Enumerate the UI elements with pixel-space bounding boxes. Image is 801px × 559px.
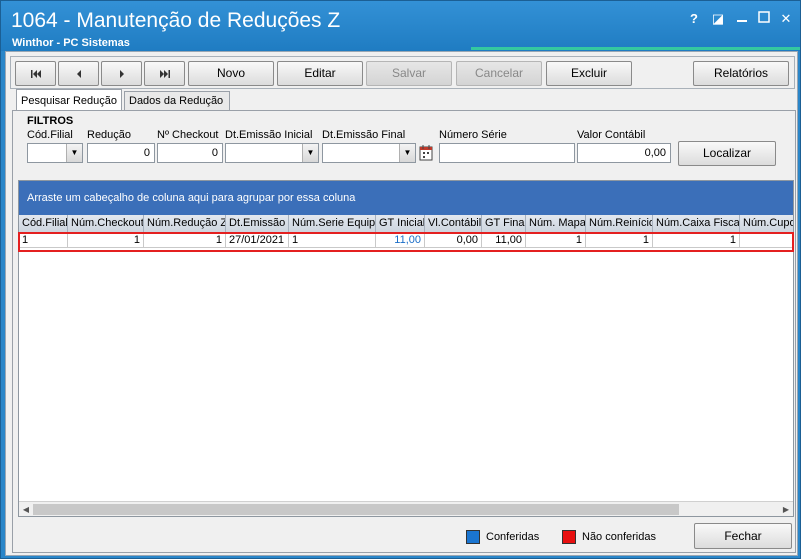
- conferidas-swatch: [466, 530, 480, 544]
- chevron-down-icon[interactable]: ▼: [66, 144, 82, 162]
- cell-num-checkout: 1: [68, 233, 144, 248]
- cell-cod-filial: 1: [19, 233, 68, 248]
- client-area: Novo Editar Salvar Cancelar Excluir Rela…: [5, 51, 798, 556]
- toolbar: Novo Editar Salvar Cancelar Excluir Rela…: [10, 56, 795, 89]
- table-row[interactable]: 1 1 1 27/01/2021 1 11,00 0,00 11,00 1 1 …: [19, 233, 793, 249]
- checkout-input[interactable]: 0: [157, 143, 223, 163]
- next-icon: [119, 70, 124, 78]
- excluir-button[interactable]: Excluir: [546, 61, 632, 86]
- cancelar-button[interactable]: Cancelar: [456, 61, 542, 86]
- title-bar: 1064 - Manutenção de Reduções Z Winthor …: [1, 1, 800, 51]
- nao-conferidas-label: Não conferidas: [582, 531, 656, 543]
- relatorios-button[interactable]: Relatórios: [693, 61, 789, 86]
- close-x-icon[interactable]: [733, 11, 751, 27]
- reducao-label: Redução: [87, 129, 132, 141]
- dt-emissao-inicial-label: Dt.Emissão Inicial: [225, 129, 313, 141]
- dt-emissao-final-label: Dt.Emissão Final: [322, 129, 406, 141]
- dt-emissao-final-input[interactable]: ▼: [322, 143, 416, 163]
- fechar-button[interactable]: Fechar: [694, 523, 792, 549]
- cell-gt-final: 11,00: [482, 233, 526, 248]
- editar-button[interactable]: Editar: [277, 61, 363, 86]
- column-header-vl-contabil[interactable]: Vl.Contábil: [425, 215, 482, 233]
- cell-num-cupom: [740, 233, 793, 248]
- minimize-to-tray-icon[interactable]: ◪: [709, 11, 727, 27]
- maximize-icon[interactable]: [755, 11, 773, 27]
- nao-conferidas-swatch: [562, 530, 576, 544]
- search-panel: FILTROS Cód.Filial ▼ Redução 0 Nº Checko…: [12, 110, 796, 553]
- first-icon: [30, 70, 41, 78]
- close-icon[interactable]: ✕: [777, 11, 795, 27]
- cell-vl-contabil: 0,00: [425, 233, 482, 248]
- last-icon: [159, 70, 170, 78]
- column-header-cod-filial[interactable]: Cód.Filial: [19, 215, 68, 233]
- next-record-button[interactable]: [101, 61, 142, 86]
- cell-num-reinicio: 1: [586, 233, 653, 248]
- window-subtitle: Winthor - PC Sistemas: [12, 37, 130, 49]
- help-icon[interactable]: ?: [685, 11, 703, 27]
- filters-section-label: FILTROS: [27, 115, 74, 127]
- column-header-num-mapa[interactable]: Núm. Mapa: [526, 215, 586, 233]
- cell-num-serie-equip: 1: [289, 233, 376, 248]
- group-by-panel[interactable]: Arraste um cabeçalho de coluna aqui para…: [19, 181, 793, 215]
- cell-num-mapa: 1: [526, 233, 586, 248]
- grid-header: Cód.Filial Núm.Checkout Núm.Redução Z Dt…: [19, 215, 793, 233]
- horizontal-scrollbar[interactable]: ◀ ▶: [19, 501, 793, 516]
- tab-dados-da-reducao[interactable]: Dados da Redução: [124, 91, 230, 111]
- scrollbar-thumb[interactable]: [33, 504, 679, 515]
- column-header-num-reducao-z[interactable]: Núm.Redução Z: [144, 215, 226, 233]
- last-record-button[interactable]: [144, 61, 185, 86]
- reducao-input[interactable]: 0: [87, 143, 155, 163]
- legend-bar: Conferidas Não conferidas Fechar: [13, 520, 797, 552]
- cod-filial-label: Cód.Filial: [27, 129, 73, 141]
- checkout-label: Nº Checkout: [157, 129, 219, 141]
- column-header-dt-emissao[interactable]: Dt.Emissão: [226, 215, 289, 233]
- previous-record-button[interactable]: [58, 61, 99, 86]
- window-title: 1064 - Manutenção de Reduções Z: [11, 9, 341, 32]
- scroll-left-icon[interactable]: ◀: [19, 502, 33, 517]
- previous-icon: [76, 70, 81, 78]
- cell-gt-inicial: 11,00: [376, 233, 425, 248]
- cell-dt-emissao: 27/01/2021: [226, 233, 289, 248]
- column-header-gt-inicial[interactable]: GT Inicial: [376, 215, 425, 233]
- scroll-right-icon[interactable]: ▶: [779, 502, 793, 517]
- title-accent-bar: [471, 47, 800, 50]
- conferidas-label: Conferidas: [486, 531, 540, 543]
- valor-contabil-input[interactable]: 0,00: [577, 143, 671, 163]
- column-header-num-checkout[interactable]: Núm.Checkout: [68, 215, 144, 233]
- column-header-num-cupom[interactable]: Núm.Cupom: [740, 215, 793, 233]
- calendar-icon[interactable]: [418, 144, 434, 162]
- tab-pesquisar-reducao[interactable]: Pesquisar Redução: [16, 89, 122, 111]
- localizar-button[interactable]: Localizar: [678, 141, 776, 166]
- numero-serie-label: Número Série: [439, 129, 507, 141]
- results-grid: Arraste um cabeçalho de coluna aqui para…: [18, 180, 794, 517]
- cell-num-caixa-fiscal: 1: [653, 233, 740, 248]
- cod-filial-combo[interactable]: ▼: [27, 143, 83, 163]
- valor-contabil-label: Valor Contábil: [577, 129, 646, 141]
- cell-num-reducao-z: 1: [144, 233, 226, 248]
- column-header-num-serie-equip[interactable]: Núm.Serie Equip.: [289, 215, 376, 233]
- salvar-button[interactable]: Salvar: [366, 61, 452, 86]
- dropdown-arrow-icon[interactable]: ▼: [302, 144, 318, 162]
- numero-serie-input[interactable]: [439, 143, 575, 163]
- column-header-num-caixa-fiscal[interactable]: Núm.Caixa Fiscal: [653, 215, 740, 233]
- dropdown-arrow-icon[interactable]: ▼: [399, 144, 415, 162]
- column-header-num-reinicio[interactable]: Núm.Reinício: [586, 215, 653, 233]
- column-header-gt-final[interactable]: GT Final: [482, 215, 526, 233]
- application-window: 1064 - Manutenção de Reduções Z Winthor …: [0, 0, 801, 559]
- novo-button[interactable]: Novo: [188, 61, 274, 86]
- dt-emissao-inicial-input[interactable]: ▼: [225, 143, 319, 163]
- first-record-button[interactable]: [15, 61, 56, 86]
